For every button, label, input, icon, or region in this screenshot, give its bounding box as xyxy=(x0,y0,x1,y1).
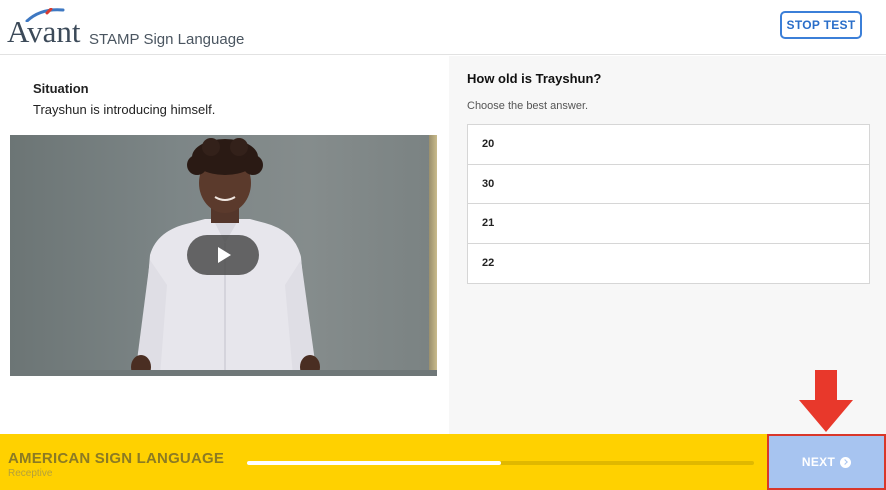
avant-logo: Avant xyxy=(7,8,87,49)
app-name: STAMP Sign Language xyxy=(89,31,245,48)
chevron-circle-right-icon xyxy=(840,456,852,468)
answer-option[interactable]: 21 xyxy=(468,204,869,244)
question-instruction: Choose the best answer. xyxy=(467,100,589,112)
progress-bar xyxy=(247,461,754,465)
video-edge xyxy=(429,135,437,376)
next-button[interactable]: NEXT xyxy=(767,434,886,490)
answer-option[interactable]: 30 xyxy=(468,165,869,204)
video-player[interactable] xyxy=(10,135,437,376)
stop-test-button[interactable]: STOP TEST xyxy=(780,11,862,39)
red-down-arrow-icon xyxy=(799,370,853,432)
course-subtitle: Receptive xyxy=(8,468,53,479)
video-floor xyxy=(10,370,437,376)
answer-option[interactable]: 22 xyxy=(468,244,869,284)
logo-text: Avant xyxy=(7,14,81,49)
footer-bar: AMERICAN SIGN LANGUAGE Receptive NEXT xyxy=(0,434,886,490)
app-header: Avant STAMP Sign Language STOP TEST xyxy=(0,0,886,55)
answer-option[interactable]: 20 xyxy=(468,125,869,165)
situation-text: Trayshun is introducing himself. xyxy=(33,102,216,117)
answer-list: 20 30 21 22 xyxy=(467,124,870,284)
progress-fill xyxy=(247,461,501,465)
question-prompt: How old is Trayshun? xyxy=(467,71,602,86)
course-title: AMERICAN SIGN LANGUAGE xyxy=(8,450,225,467)
play-icon xyxy=(218,247,231,263)
situation-panel: Situation Trayshun is introducing himsel… xyxy=(0,56,449,434)
next-button-label: NEXT xyxy=(801,455,836,469)
play-button[interactable] xyxy=(187,235,259,275)
situation-title: Situation xyxy=(33,81,89,96)
